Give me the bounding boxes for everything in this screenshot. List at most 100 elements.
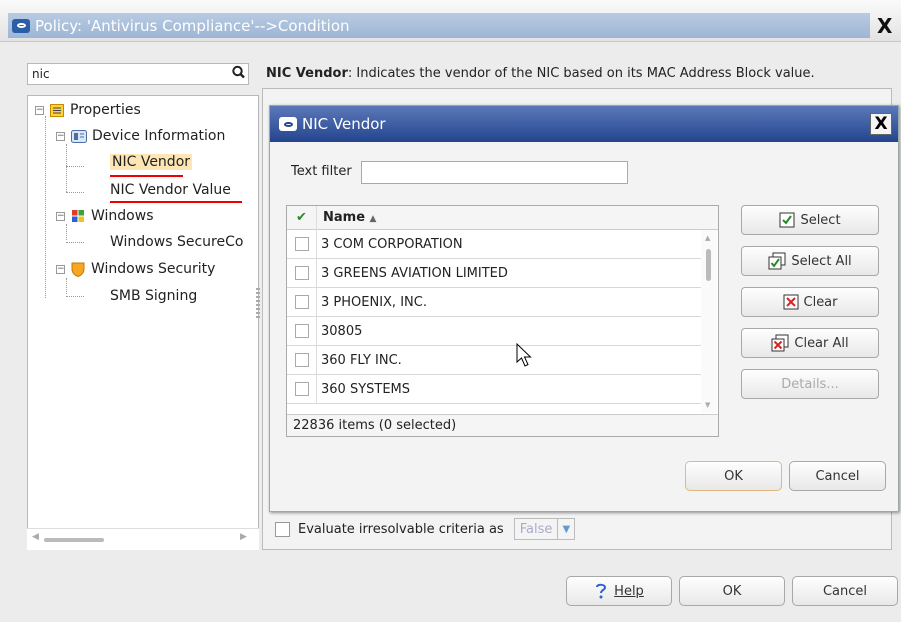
dialog-title-bar: NIC Vendor X	[270, 106, 898, 142]
evaluate-dropdown[interactable]: False ▼	[513, 518, 576, 540]
properties-tree: − Properties − Device Information NIC Ve…	[27, 95, 259, 550]
details-button[interactable]: Details...	[741, 369, 879, 399]
property-description: NIC Vendor: Indicates the vendor of the …	[266, 66, 891, 81]
table-row[interactable]: 3 COM CORPORATION	[287, 229, 701, 259]
evaluate-row: Evaluate irresolvable criteria as False …	[275, 518, 576, 540]
vendor-table: ✔ Name ▲ 3 COM CORPORATION 3 GREENS AVIA…	[286, 205, 719, 437]
dialog-ok-button[interactable]: OK	[685, 461, 782, 491]
mouse-cursor-icon	[516, 343, 532, 367]
device-info-icon	[71, 130, 87, 143]
clear-button[interactable]: Clear	[741, 287, 879, 317]
select-all-button[interactable]: Select All	[741, 246, 879, 276]
clear-icon	[783, 294, 798, 310]
tree-node-windows[interactable]: − Windows	[56, 208, 154, 224]
collapse-icon[interactable]: −	[56, 131, 65, 141]
nic-vendor-dialog: NIC Vendor X Text filter ✔ Name ▲ 3 COM …	[269, 105, 899, 512]
dialog-cancel-button[interactable]: Cancel	[789, 461, 886, 491]
evaluate-checkbox[interactable]	[275, 521, 290, 537]
description-text: : Indicates the vendor of the NIC based …	[347, 66, 815, 81]
tree-label-nic-vendor: NIC Vendor	[110, 154, 193, 170]
table-row[interactable]: 30805	[287, 316, 701, 346]
scroll-right-icon[interactable]: ▶	[240, 532, 247, 542]
scroll-left-icon[interactable]: ◀	[32, 532, 39, 542]
row-checkbox[interactable]	[294, 353, 309, 367]
red-underline	[110, 175, 183, 177]
select-all-icon	[768, 252, 786, 270]
row-checkbox[interactable]	[294, 324, 309, 338]
tree-node-device-information[interactable]: − Device Information	[56, 128, 225, 144]
search-input[interactable]: nic	[27, 63, 249, 85]
cancel-button[interactable]: Cancel	[792, 576, 898, 606]
tree-item-nic-vendor-value[interactable]: NIC Vendor Value	[110, 182, 231, 198]
chevron-down-icon: ▼	[557, 519, 574, 539]
ok-button[interactable]: OK	[679, 576, 785, 606]
tree-label-nic-vendor-value: NIC Vendor Value	[110, 182, 231, 198]
policy-condition-window: Policy: 'Antivirus Compliance'-->Conditi…	[0, 0, 901, 622]
row-name: 30805	[321, 323, 363, 339]
collapse-icon[interactable]: −	[56, 211, 65, 221]
help-icon	[596, 583, 607, 599]
row-checkbox[interactable]	[294, 295, 309, 309]
tree-node-windows-security[interactable]: − Windows Security	[56, 261, 215, 277]
window-close-button[interactable]: X	[877, 14, 892, 38]
dialog-close-button[interactable]: X	[870, 113, 892, 135]
red-underline	[110, 201, 242, 203]
pane-splitter[interactable]	[256, 288, 260, 320]
scroll-thumb[interactable]	[44, 538, 104, 542]
properties-list-icon	[50, 103, 64, 117]
tree-item-windows-secure[interactable]: Windows SecureCo	[110, 234, 243, 250]
column-header-name[interactable]: Name ▲	[317, 210, 376, 225]
text-filter-label: Text filter	[291, 164, 352, 179]
table-row[interactable]: 360 SYSTEMS	[287, 374, 701, 404]
title-bar: Policy: 'Antivirus Compliance'-->Conditi…	[0, 0, 901, 42]
table-status: 22836 items (0 selected)	[287, 414, 718, 436]
checkbox-checked-icon	[779, 212, 795, 228]
table-header: ✔ Name ▲	[287, 205, 718, 230]
search-icon[interactable]	[231, 64, 247, 82]
row-checkbox[interactable]	[294, 266, 309, 280]
table-row[interactable]: 3 PHOENIX, INC.	[287, 287, 701, 317]
help-button[interactable]: Help	[566, 576, 672, 606]
tree-label-windows: Windows	[91, 208, 154, 224]
tree-label-properties: Properties	[70, 102, 141, 118]
row-checkbox[interactable]	[294, 237, 309, 251]
description-field-name: NIC Vendor	[266, 66, 348, 81]
evaluate-label: Evaluate irresolvable criteria as	[298, 521, 504, 537]
scroll-down-icon[interactable]: ▼	[705, 401, 710, 409]
window-title: Policy: 'Antivirus Compliance'-->Conditi…	[35, 16, 350, 35]
collapse-icon[interactable]: −	[35, 105, 44, 115]
scroll-up-icon[interactable]: ▲	[705, 234, 710, 242]
tree-label-windows-secure: Windows SecureCo	[110, 234, 244, 250]
shield-icon	[71, 262, 85, 277]
table-row[interactable]: 3 GREENS AVIATION LIMITED	[287, 258, 701, 288]
clear-all-button[interactable]: Clear All	[741, 328, 879, 358]
check-all-icon[interactable]: ✔	[287, 205, 317, 230]
row-checkbox[interactable]	[294, 382, 309, 396]
select-button[interactable]: Select	[741, 205, 879, 235]
table-row[interactable]: 360 FLY INC.	[287, 345, 701, 375]
clear-all-label: Clear All	[794, 335, 849, 351]
help-label: Help	[614, 583, 644, 599]
row-name: 3 COM CORPORATION	[321, 236, 463, 252]
dialog-title: NIC Vendor	[302, 115, 386, 133]
row-name: 360 FLY INC.	[321, 352, 402, 368]
windows-logo-icon	[72, 210, 84, 222]
row-name: 3 PHOENIX, INC.	[321, 294, 427, 310]
app-eye-icon	[12, 18, 30, 33]
evaluate-dropdown-value: False	[519, 521, 553, 537]
tree-label-smb-signing: SMB Signing	[110, 288, 198, 304]
select-label: Select	[800, 212, 841, 228]
tree-item-nic-vendor[interactable]: NIC Vendor	[110, 154, 193, 170]
collapse-icon[interactable]: −	[56, 264, 65, 274]
text-filter-input[interactable]	[361, 161, 628, 184]
clear-all-icon	[771, 334, 789, 352]
table-vertical-scrollbar[interactable]: ▲ ▼	[701, 230, 717, 413]
tree-horizontal-scrollbar[interactable]: ◀ ▶	[27, 528, 259, 550]
tree-label-device-information: Device Information	[92, 128, 226, 144]
tree-node-properties[interactable]: − Properties	[35, 102, 141, 118]
row-name: 3 GREENS AVIATION LIMITED	[321, 265, 508, 281]
select-all-label: Select All	[791, 253, 852, 269]
row-name: 360 SYSTEMS	[321, 381, 411, 397]
scroll-thumb[interactable]	[706, 249, 711, 281]
tree-item-smb-signing[interactable]: SMB Signing	[110, 288, 197, 304]
